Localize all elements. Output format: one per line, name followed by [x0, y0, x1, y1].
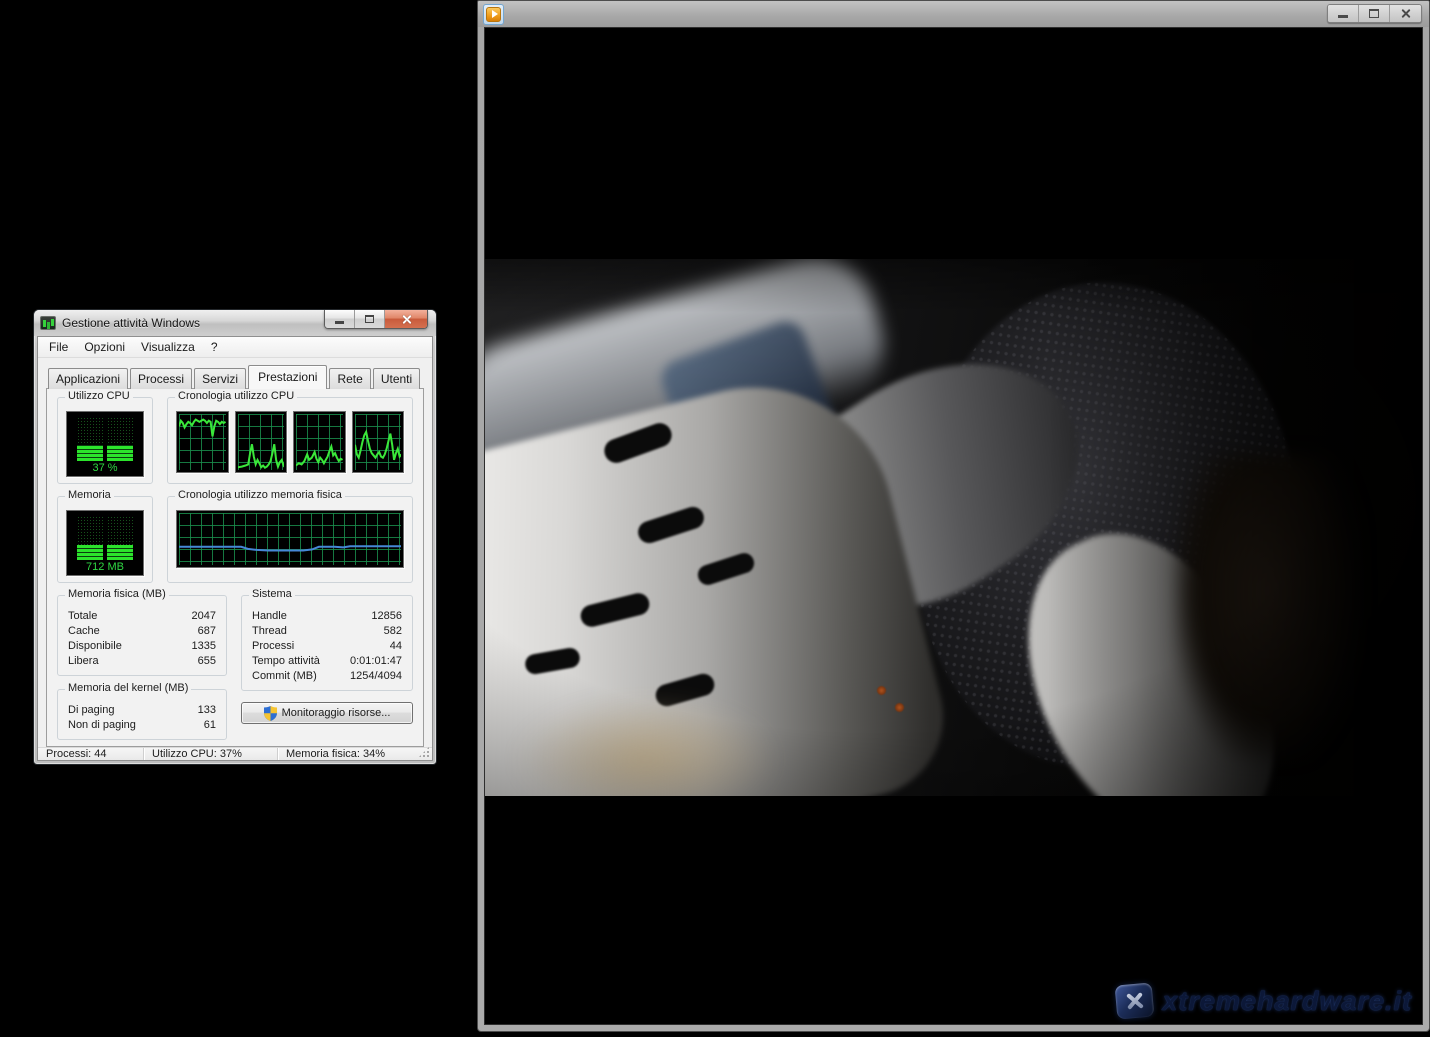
cpu-core2-graph	[235, 411, 288, 473]
memory-usage-gauge: 712 MB	[66, 510, 144, 576]
video-vignette	[485, 259, 1422, 796]
uac-shield-icon	[264, 706, 277, 721]
player-window-controls	[1327, 4, 1422, 23]
memory-history-title: Cronologia utilizzo memoria fisica	[175, 489, 345, 501]
stat-row: Disponibile1335	[66, 639, 218, 654]
minimize-icon	[335, 321, 344, 324]
system-title: Sistema	[249, 588, 295, 600]
cpu-gauge-title: Utilizzo CPU	[65, 390, 133, 402]
menu-options[interactable]: Opzioni	[76, 337, 133, 357]
stat-row: Thread582	[250, 624, 404, 639]
menu-file[interactable]: File	[41, 337, 76, 357]
memory-usage-value: 712 MB	[77, 560, 133, 573]
performance-panel: Utilizzo CPU 37 % Cronologia utilizzo CP…	[46, 388, 424, 747]
memory-gauge-title: Memoria	[65, 489, 114, 501]
memory-row: Memoria 712 MB Cronologia utilizzo memor…	[57, 496, 413, 583]
video-frame[interactable]	[485, 259, 1422, 796]
menu-bar: File Opzioni Visualizza ?	[38, 337, 432, 358]
stat-row: Tempo attività0:01:01:47	[250, 654, 404, 669]
player-close-button[interactable]	[1390, 5, 1421, 22]
stat-row: Handle12856	[250, 609, 404, 624]
kernel-memory-stats: Di paging133Non di paging61	[66, 703, 218, 733]
cpu-core3-graph	[293, 411, 346, 473]
memory-history-group: Cronologia utilizzo memoria fisica	[167, 496, 413, 583]
video-player-window: xtremehardware.it	[477, 0, 1430, 1032]
tab-strip: Applicazioni Processi Servizi Prestazion…	[46, 364, 424, 388]
cpu-history-title: Cronologia utilizzo CPU	[175, 390, 297, 402]
close-button[interactable]	[385, 310, 427, 328]
task-manager-app-icon	[40, 316, 56, 330]
player-client-area[interactable]: xtremehardware.it	[484, 27, 1423, 1025]
status-processes: Processi: 44	[38, 748, 144, 760]
cpu-history-group: Cronologia utilizzo CPU	[167, 397, 413, 484]
minimize-button[interactable]	[325, 310, 355, 328]
cpu-core1-graph	[176, 411, 229, 473]
menu-view[interactable]: Visualizza	[133, 337, 203, 357]
window-controls	[324, 310, 428, 329]
stat-row: Commit (MB)1254/4094	[250, 669, 404, 684]
tab-processi[interactable]: Processi	[130, 368, 192, 389]
window-title: Gestione attività Windows	[62, 316, 200, 330]
status-bar: Processi: 44 Utilizzo CPU: 37% Memoria f…	[38, 747, 432, 760]
kernel-memory-title: Memoria del kernel (MB)	[65, 682, 191, 694]
kernel-memory-group: Memoria del kernel (MB) Di paging133Non …	[57, 689, 227, 740]
stats-grid: Memoria fisica (MB) Totale2047Cache687Di…	[57, 595, 413, 740]
cpu-gauge-group: Utilizzo CPU 37 %	[57, 397, 153, 484]
tab-applicazioni[interactable]: Applicazioni	[48, 368, 128, 389]
system-stats: Handle12856Thread582Processi44Tempo atti…	[250, 609, 404, 684]
resource-monitor-button[interactable]: Monitoraggio risorse...	[241, 702, 413, 724]
resource-monitor-label: Monitoraggio risorse...	[282, 707, 391, 719]
minimize-icon	[1338, 15, 1348, 18]
tab-servizi[interactable]: Servizi	[194, 368, 246, 389]
task-manager-client: File Opzioni Visualizza ? Applicazioni P…	[37, 336, 433, 761]
tab-prestazioni[interactable]: Prestazioni	[248, 365, 327, 389]
player-titlebar[interactable]	[478, 1, 1429, 27]
maximize-button[interactable]	[355, 310, 385, 328]
play-icon	[486, 7, 501, 22]
physical-memory-stats: Totale2047Cache687Disponibile1335Libera6…	[66, 609, 218, 669]
close-icon	[401, 314, 412, 325]
tab-utenti[interactable]: Utenti	[373, 368, 420, 389]
task-manager-window: Gestione attività Windows File Opzioni V…	[33, 309, 437, 765]
memory-history-graph	[176, 510, 404, 568]
maximize-icon	[365, 315, 374, 323]
player-app-icon-box[interactable]	[483, 4, 504, 25]
close-icon	[1400, 8, 1411, 19]
menu-help[interactable]: ?	[203, 337, 226, 357]
stat-row: Non di paging61	[66, 718, 218, 733]
status-physical-memory: Memoria fisica: 34%	[278, 748, 432, 760]
status-cpu-usage: Utilizzo CPU: 37%	[144, 748, 278, 760]
tab-rete[interactable]: Rete	[329, 368, 370, 389]
system-group: Sistema Handle12856Thread582Processi44Te…	[241, 595, 413, 691]
cpu-usage-gauge: 37 %	[66, 411, 144, 477]
player-minimize-button[interactable]	[1328, 5, 1359, 22]
stat-row: Di paging133	[66, 703, 218, 718]
watermark-x-logo	[1115, 982, 1155, 1019]
memory-gauge-group: Memoria 712 MB	[57, 496, 153, 583]
cpu-usage-value: 37 %	[77, 461, 133, 474]
stat-row: Cache687	[66, 624, 218, 639]
task-manager-titlebar[interactable]: Gestione attività Windows	[34, 310, 436, 336]
physical-memory-title: Memoria fisica (MB)	[65, 588, 169, 600]
cpu-core4-graph	[352, 411, 405, 473]
watermark-text: xtremehardware.it	[1162, 986, 1412, 1017]
stat-row: Totale2047	[66, 609, 218, 624]
maximize-icon	[1369, 9, 1379, 18]
player-maximize-button[interactable]	[1359, 5, 1390, 22]
watermark: xtremehardware.it	[1116, 984, 1412, 1018]
tab-zone: Applicazioni Processi Servizi Prestazion…	[38, 358, 432, 747]
stat-row: Processi44	[250, 639, 404, 654]
physical-memory-group: Memoria fisica (MB) Totale2047Cache687Di…	[57, 595, 227, 676]
stat-row: Libera655	[66, 654, 218, 669]
cpu-row: Utilizzo CPU 37 % Cronologia utilizzo CP…	[57, 397, 413, 484]
